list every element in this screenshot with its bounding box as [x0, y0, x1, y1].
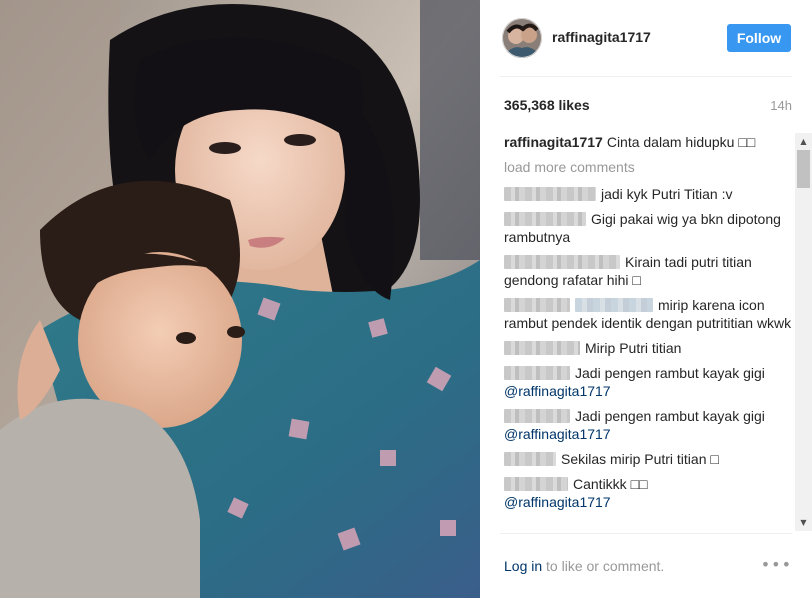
- comment-item: Jadi pengen rambut kayak gigi @raffinagi…: [504, 364, 792, 400]
- comment-item: Mirip Putri titian: [504, 339, 792, 357]
- comment-author-redacted[interactable]: [504, 409, 570, 423]
- comments-list[interactable]: raffinagita1717 Cinta dalam hidupku □□ lo…: [504, 133, 792, 529]
- caption-text: Cinta dalam hidupku □□: [606, 134, 756, 150]
- post-side-panel: raffinagita1717 Follow 365,368 likes 14h…: [480, 0, 812, 598]
- comment-author-redacted[interactable]: [504, 366, 570, 380]
- comment-text: Jadi pengen rambut kayak gigi: [575, 365, 765, 381]
- more-options-icon[interactable]: •••: [761, 555, 792, 574]
- post-footer: Log in to like or comment. •••: [500, 533, 792, 598]
- post-header: raffinagita1717 Follow: [480, 0, 812, 77]
- comment-mention-link[interactable]: @raffinagita1717: [504, 426, 611, 442]
- footer-divider: [500, 533, 792, 534]
- comment-item: Gigi pakai wig ya bkn dipotong rambutnya: [504, 210, 792, 246]
- comment-text: jadi kyk Putri Titian :v: [601, 186, 733, 202]
- photo-illustration: [0, 0, 480, 598]
- comment-author-redacted[interactable]: [504, 255, 620, 269]
- comment-author-redacted[interactable]: [504, 477, 568, 491]
- post-timestamp[interactable]: 14h: [770, 98, 792, 113]
- scroll-up-arrow-icon[interactable]: ▲: [795, 133, 812, 150]
- scroll-down-arrow-icon[interactable]: ▼: [795, 514, 812, 531]
- login-link[interactable]: Log in: [504, 558, 542, 574]
- comment-item: jadi kyk Putri Titian :v: [504, 185, 792, 203]
- post-caption: raffinagita1717 Cinta dalam hidupku □□: [504, 133, 792, 151]
- comment-text: Jadi pengen rambut kayak gigi: [575, 408, 765, 424]
- scrollbar-thumb[interactable]: [797, 150, 810, 188]
- post-username[interactable]: raffinagita1717: [552, 29, 651, 45]
- comment-text: Mirip Putri titian: [585, 340, 682, 356]
- likes-count[interactable]: 365,368 likes: [504, 97, 590, 113]
- comment-author-redacted[interactable]: [504, 341, 580, 355]
- comments-scrollbar[interactable]: ▲ ▼: [795, 133, 812, 531]
- comment-item: Sekilas mirip Putri titian □: [504, 450, 792, 468]
- follow-button[interactable]: Follow: [727, 24, 791, 52]
- comment-text: Sekilas mirip Putri titian □: [561, 451, 719, 467]
- comment-author-redacted[interactable]: [504, 212, 586, 226]
- comment-author-redacted[interactable]: [504, 452, 556, 466]
- comment-mention-link[interactable]: @raffinagita1717: [504, 494, 611, 510]
- instagram-post-view: raffinagita1717 Follow 365,368 likes 14h…: [0, 0, 812, 598]
- post-stats: 365,368 likes 14h: [504, 97, 792, 117]
- post-photo[interactable]: [0, 0, 480, 598]
- comment-author-redacted[interactable]: [504, 298, 570, 312]
- load-more-comments-link[interactable]: load more comments: [504, 158, 792, 176]
- comment-item: mirip karena icon rambut pendek identik …: [504, 296, 792, 332]
- comment-item: Jadi pengen rambut kayak gigi @raffinagi…: [504, 407, 792, 443]
- avatar[interactable]: [502, 18, 542, 58]
- caption-author[interactable]: raffinagita1717: [504, 134, 603, 150]
- comment-item: Cantikkk □□ @raffinagita1717: [504, 475, 792, 511]
- comment-text: Cantikkk □□: [573, 476, 648, 492]
- comment-mention-link[interactable]: @raffinagita1717: [504, 383, 611, 399]
- comment-author-redacted[interactable]: [504, 187, 596, 201]
- avatar-image: [502, 18, 542, 58]
- header-divider: [500, 76, 792, 77]
- login-prompt: Log in to like or comment.: [504, 558, 664, 574]
- comment-item: Kirain tadi putri titian gendong rafatar…: [504, 253, 792, 289]
- comment-author-redacted-link[interactable]: [575, 298, 653, 312]
- login-prompt-text: to like or comment.: [542, 558, 665, 574]
